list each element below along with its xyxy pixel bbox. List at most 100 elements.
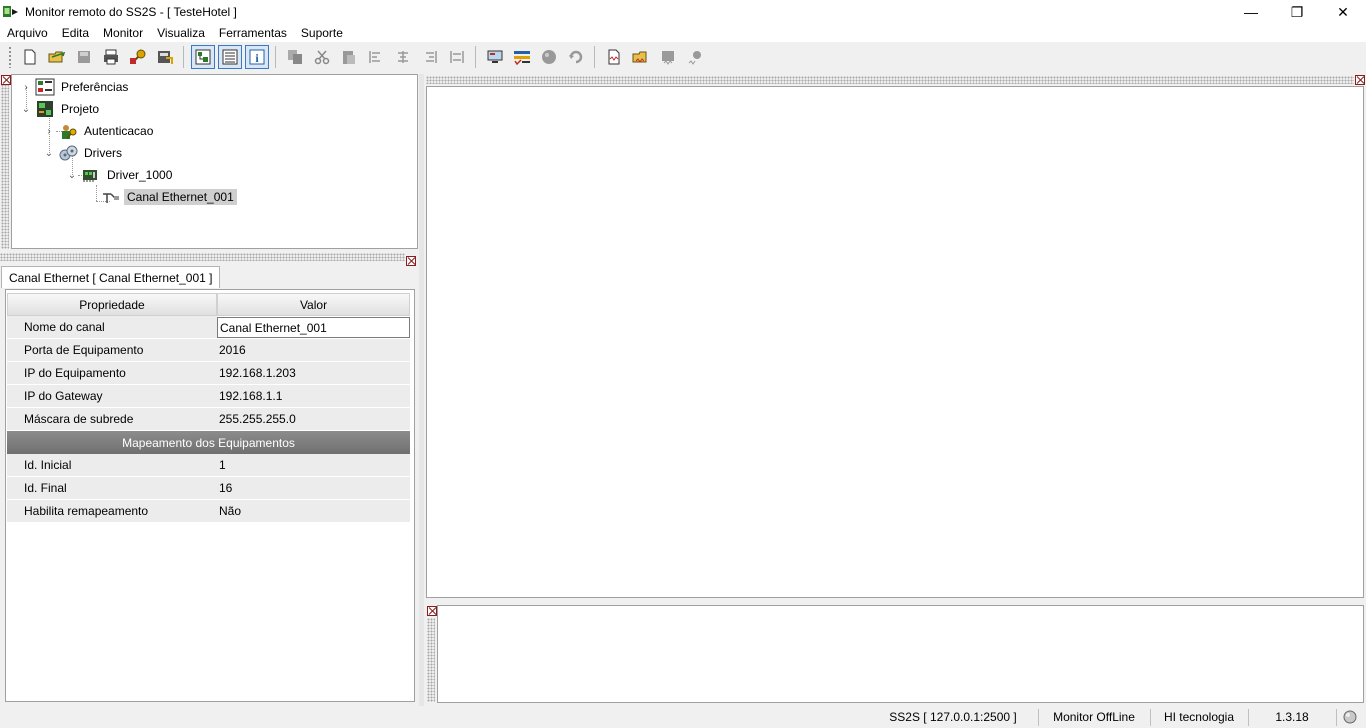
collapse-icon[interactable]: ⌄: [43, 148, 55, 159]
menu-monitor[interactable]: Monitor: [96, 26, 150, 40]
copy-icon[interactable]: [283, 45, 307, 69]
property-row[interactable]: Máscara de subrede 255.255.255.0: [7, 408, 410, 431]
properties-panel-grip[interactable]: [0, 253, 405, 261]
properties-panel-close-icon[interactable]: [406, 256, 416, 266]
expand-icon[interactable]: ›: [20, 82, 32, 93]
monitor-icon[interactable]: [483, 45, 507, 69]
toolbar: i: [0, 42, 1366, 72]
tree-view-icon[interactable]: [190, 45, 215, 69]
menu-ferramentas[interactable]: Ferramentas: [212, 26, 294, 40]
monitor-status: Monitor OffLine: [1053, 710, 1135, 724]
log-view-grip[interactable]: [427, 618, 435, 702]
new-file-icon[interactable]: [18, 45, 42, 69]
tree-item-projeto[interactable]: ⌄ Projeto: [20, 99, 102, 119]
ethernet-channel-icon: [101, 188, 121, 206]
close-button[interactable]: ✕: [1320, 0, 1366, 24]
list-view-icon[interactable]: [217, 45, 242, 69]
minimize-button[interactable]: —: [1228, 0, 1274, 24]
connection-status-icon: [1340, 706, 1360, 728]
property-value[interactable]: 255.255.255.0: [217, 408, 410, 431]
drivers-icon: [58, 144, 78, 162]
authentication-icon: [58, 122, 78, 140]
menu-edita[interactable]: Edita: [55, 26, 96, 40]
company-label: HI tecnologia: [1163, 710, 1235, 724]
tab-canal-ethernet[interactable]: Canal Ethernet [ Canal Ethernet_001 ]: [1, 266, 221, 288]
properties-tab-strip: Canal Ethernet [ Canal Ethernet_001 ]: [0, 266, 418, 288]
print-icon[interactable]: [99, 45, 123, 69]
align-right-icon[interactable]: [418, 45, 442, 69]
column-header-property: Propriedade: [7, 293, 217, 316]
menu-bar: Arquivo Edita Monitor Visualiza Ferramen…: [0, 24, 1366, 42]
refresh-icon[interactable]: [564, 45, 588, 69]
property-value[interactable]: Não: [217, 500, 410, 523]
restore-button[interactable]: ❐: [1274, 0, 1320, 24]
expand-icon[interactable]: ›: [43, 126, 55, 137]
menu-arquivo[interactable]: Arquivo: [0, 26, 55, 40]
property-value[interactable]: 1: [217, 454, 410, 477]
property-value[interactable]: 16: [217, 477, 410, 500]
driver-icon: [81, 166, 101, 184]
tree-item-preferencias[interactable]: › Preferências: [20, 77, 131, 97]
save-wave-icon[interactable]: [656, 45, 680, 69]
app-icon: [3, 6, 18, 17]
tree-item-label: Drivers: [84, 146, 122, 160]
open-folder-icon[interactable]: [45, 45, 69, 69]
tree-item-drivers[interactable]: ⌄ Drivers: [43, 143, 125, 163]
property-row[interactable]: IP do Gateway 192.168.1.1: [7, 385, 410, 408]
title-bar: Monitor remoto do SS2S - [ TesteHotel ] …: [0, 0, 1366, 24]
property-row[interactable]: IP do Equipamento 192.168.1.203: [7, 362, 410, 385]
property-row[interactable]: Habilita remapeamento Não: [7, 500, 410, 523]
property-name: IP do Gateway: [7, 385, 217, 408]
status-bar: SS2S [ 127.0.0.1:2500 ] Monitor OffLine …: [0, 706, 1366, 728]
property-name: Máscara de subrede: [7, 408, 217, 431]
align-justify-icon[interactable]: [445, 45, 469, 69]
menu-visualiza[interactable]: Visualiza: [150, 26, 212, 40]
collapse-icon[interactable]: ⌄: [20, 104, 32, 115]
save-icon[interactable]: [72, 45, 96, 69]
tree-item-label: Projeto: [61, 102, 100, 116]
tree-item-label: Autenticacao: [84, 124, 154, 138]
main-view-close-icon[interactable]: [1355, 75, 1365, 85]
align-center-icon[interactable]: [391, 45, 415, 69]
project-tree: › Preferências ⌄ Projeto › Autenticacao …: [11, 74, 418, 249]
property-value[interactable]: 192.168.1.1: [217, 385, 410, 408]
tree-item-label: Canal Ethernet_001: [124, 189, 237, 205]
tree-item-canal-ethernet-001[interactable]: Canal Ethernet_001: [98, 187, 237, 207]
wave-document-icon[interactable]: [602, 45, 626, 69]
export-icon[interactable]: [153, 45, 177, 69]
collapse-icon[interactable]: ⌄: [66, 170, 78, 181]
property-row[interactable]: Id. Inicial 1: [7, 454, 410, 477]
channel-name-input[interactable]: Canal Ethernet_001: [217, 317, 410, 338]
globe-icon[interactable]: [537, 45, 561, 69]
open-wave-icon[interactable]: [629, 45, 653, 69]
property-name: Id. Final: [7, 477, 217, 500]
main-view-grip[interactable]: [426, 76, 1354, 84]
main-view: [426, 86, 1364, 598]
log-view-close-icon[interactable]: [427, 606, 437, 616]
info-icon[interactable]: i: [244, 45, 269, 69]
tree-panel-close-icon[interactable]: [1, 75, 11, 85]
menu-suporte[interactable]: Suporte: [294, 26, 350, 40]
property-row[interactable]: Nome do canal Canal Ethernet_001: [7, 316, 410, 339]
paste-icon[interactable]: [337, 45, 361, 69]
property-name: Nome do canal: [7, 316, 217, 339]
property-name: Porta de Equipamento: [7, 339, 217, 362]
checklist-icon[interactable]: [510, 45, 534, 69]
tree-item-autenticacao[interactable]: › Autenticacao: [43, 121, 156, 141]
vertical-splitter[interactable]: [419, 74, 424, 706]
property-name: IP do Equipamento: [7, 362, 217, 385]
version-label: 1.3.18: [1275, 710, 1309, 724]
property-row[interactable]: Id. Final 16: [7, 477, 410, 500]
project-icon: [35, 100, 55, 118]
toolbar-grip[interactable]: [8, 46, 12, 68]
key-config-icon[interactable]: [126, 45, 150, 69]
property-row[interactable]: Porta de Equipamento 2016: [7, 339, 410, 362]
property-value[interactable]: 192.168.1.203: [217, 362, 410, 385]
tree-panel-grip[interactable]: [1, 84, 9, 249]
tree-item-driver-1000[interactable]: ⌄ Driver_1000: [66, 165, 175, 185]
cut-icon[interactable]: [310, 45, 334, 69]
property-section-header[interactable]: Mapeamento dos Equipamentos: [7, 431, 410, 454]
record-icon[interactable]: [683, 45, 707, 69]
property-value[interactable]: 2016: [217, 339, 410, 362]
align-left-icon[interactable]: [364, 45, 388, 69]
